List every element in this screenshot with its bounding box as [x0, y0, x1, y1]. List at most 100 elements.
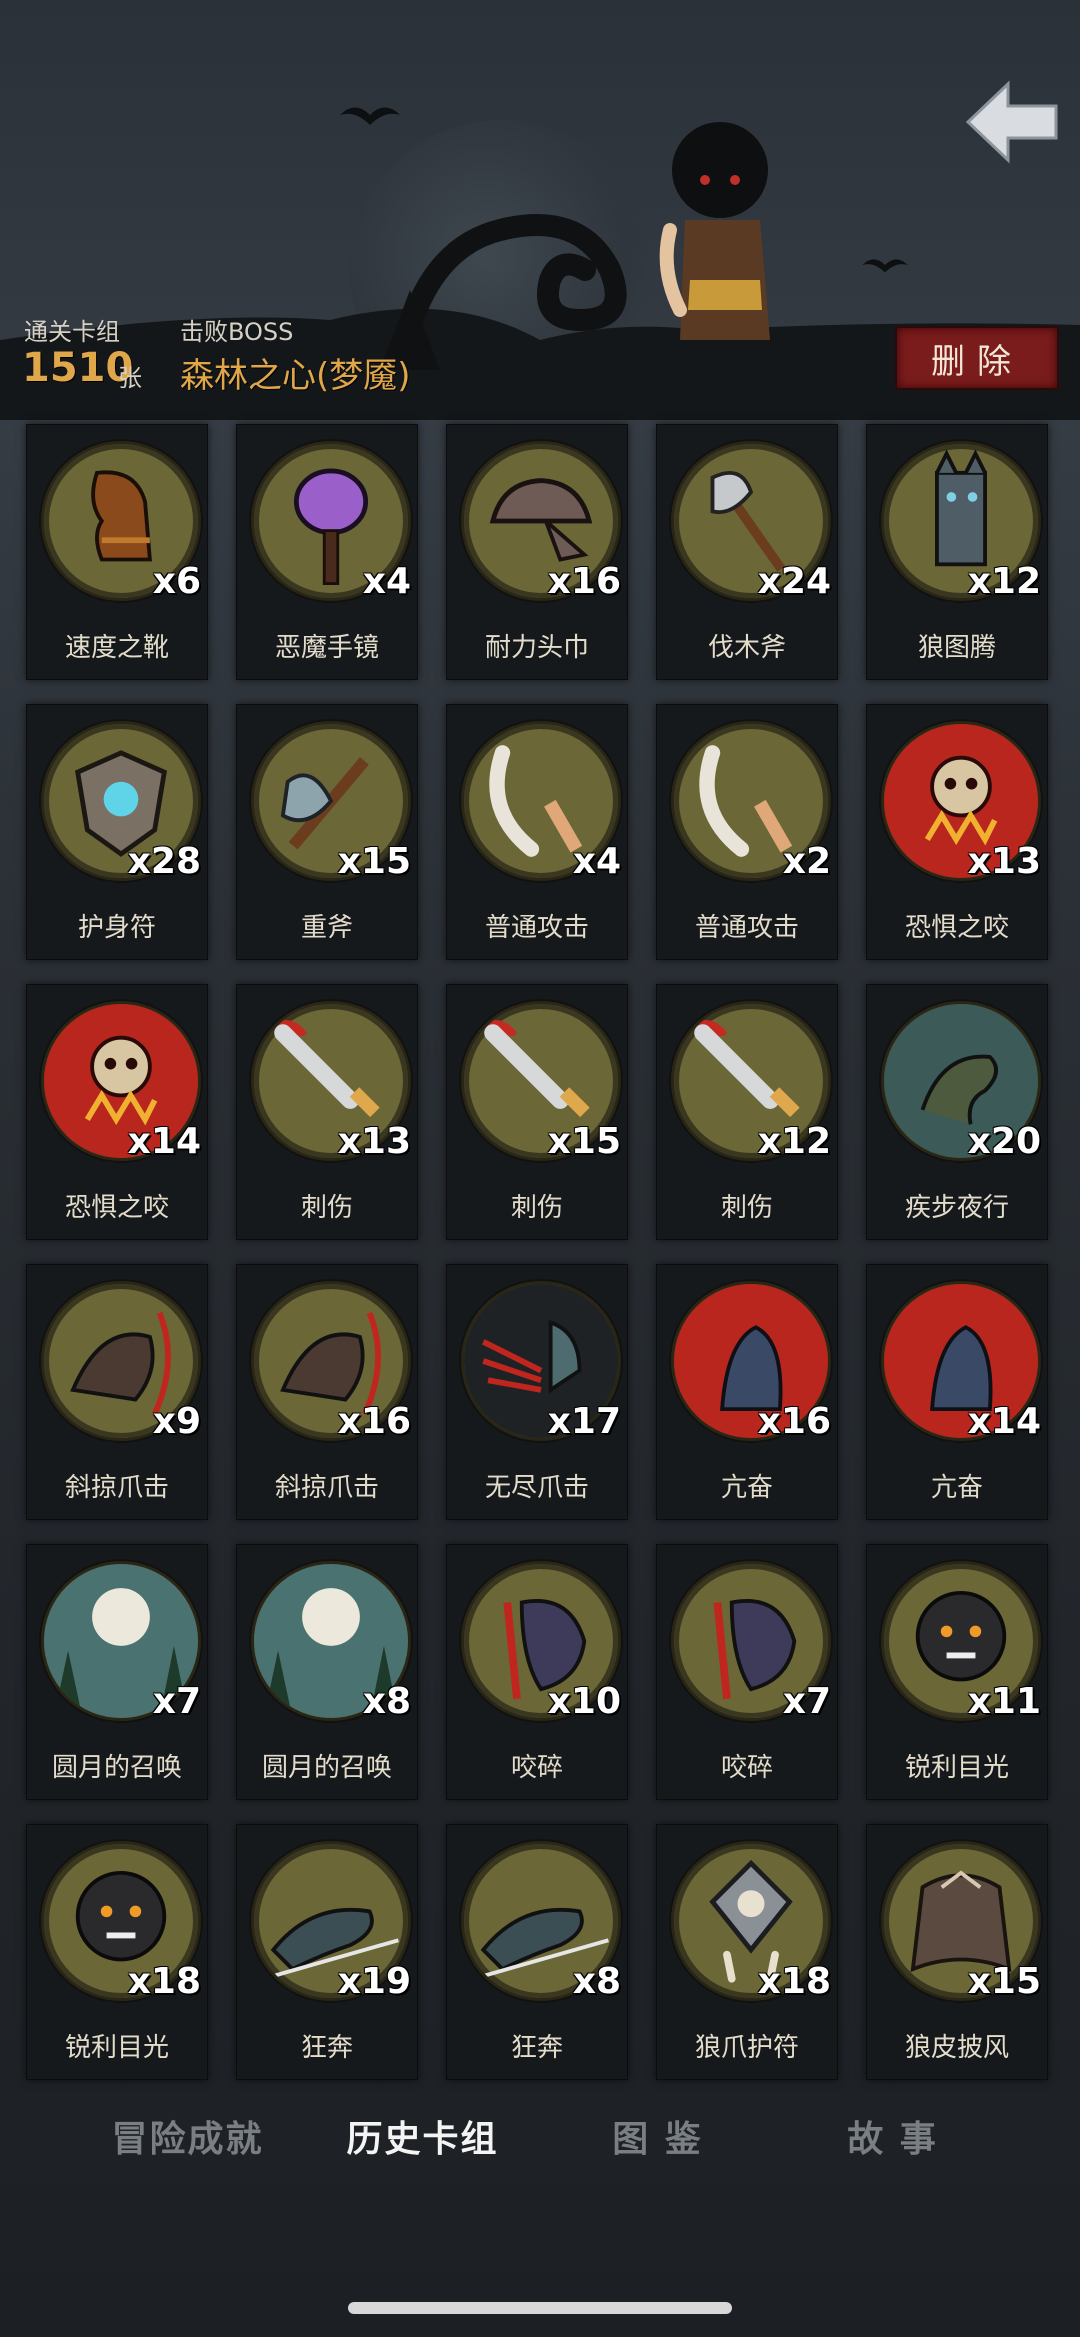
card-name: 普通攻击 [694, 913, 799, 943]
deck-card[interactable]: x12 狼图腾 [866, 424, 1048, 680]
card-name: 重斧 [300, 913, 353, 943]
card-name: 亢奋 [720, 1473, 773, 1503]
card-name: 狂奔 [510, 2033, 563, 2063]
deck-card[interactable]: x20 疾步夜行 [866, 984, 1048, 1240]
deck-card[interactable]: x14 恐惧之咬 [26, 984, 208, 1240]
deck-card[interactable]: x4 普通攻击 [446, 704, 628, 960]
card-count: x16 [337, 1401, 411, 1442]
deck-card[interactable]: x9 斜掠爪击 [26, 1264, 208, 1520]
card-name: 狼皮披风 [904, 2033, 1009, 2063]
card-count: x9 [152, 1401, 201, 1442]
card-name: 圆月的召唤 [261, 1753, 392, 1783]
card-count: x2 [782, 841, 831, 882]
boss-name: 森林之心(梦魇) [180, 356, 411, 396]
card-count: x10 [547, 1681, 621, 1722]
card-name: 速度之靴 [64, 633, 169, 663]
card-count: x18 [757, 1961, 831, 2002]
card-count: x16 [757, 1401, 831, 1442]
deck-card[interactable]: x15 狼皮披风 [866, 1824, 1048, 2080]
deck-card[interactable]: x7 咬碎 [656, 1544, 838, 1800]
tab-history-decks[interactable]: 历史卡组 [305, 2110, 540, 2170]
card-name: 斜掠爪击 [64, 1473, 169, 1503]
deck-card[interactable]: x15 重斧 [236, 704, 418, 960]
card-name: 恶魔手镜 [274, 633, 379, 663]
deck-card[interactable]: x17 无尽爪击 [446, 1264, 628, 1520]
deck-card[interactable]: x8 狂奔 [446, 1824, 628, 2080]
deck-card[interactable]: x8 圆月的召唤 [236, 1544, 418, 1800]
card-name: 刺伤 [300, 1193, 353, 1223]
card-count: x12 [967, 561, 1041, 602]
deck-card[interactable]: x24 伐木斧 [656, 424, 838, 680]
card-count: x15 [967, 1961, 1041, 2002]
bat-icon [340, 107, 400, 125]
card-name: 狼爪护符 [694, 2033, 799, 2063]
card-count: x14 [967, 1401, 1041, 1442]
card-name: 咬碎 [510, 1753, 563, 1783]
card-count: x15 [337, 841, 411, 882]
deck-card[interactable]: x28 护身符 [26, 704, 208, 960]
card-count: x15 [547, 1121, 621, 1162]
card-name: 圆月的召唤 [51, 1753, 182, 1783]
card-count: x7 [152, 1681, 201, 1722]
deck-card[interactable]: x16 亢奋 [656, 1264, 838, 1520]
card-name: 伐木斧 [707, 633, 786, 663]
card-count: x4 [572, 841, 621, 882]
card-count: x18 [127, 1961, 201, 2002]
tab-story[interactable]: 故 事 [775, 2110, 1010, 2170]
card-name: 疾步夜行 [904, 1193, 1009, 1223]
card-count: x17 [547, 1401, 621, 1442]
card-name: 普通攻击 [484, 913, 589, 943]
home-indicator [348, 2302, 732, 2314]
card-name: 锐利目光 [904, 1753, 1009, 1783]
swirl-tree-icon [380, 214, 627, 370]
card-name: 无尽爪击 [484, 1473, 589, 1503]
card-count: x13 [337, 1121, 411, 1162]
deck-card[interactable]: x6 速度之靴 [26, 424, 208, 680]
card-name: 咬碎 [720, 1753, 773, 1783]
deck-card[interactable]: x16 耐力头巾 [446, 424, 628, 680]
deck-card[interactable]: x2 普通攻击 [656, 704, 838, 960]
deck-card[interactable]: x13 恐惧之咬 [866, 704, 1048, 960]
card-count: x20 [967, 1121, 1041, 1162]
deck-card[interactable]: x14 亢奋 [866, 1264, 1048, 1520]
deck-card[interactable]: x13 刺伤 [236, 984, 418, 1240]
card-count: x4 [362, 561, 411, 602]
card-name: 刺伤 [510, 1193, 563, 1223]
card-name: 狂奔 [300, 2033, 353, 2063]
card-name: 锐利目光 [64, 2033, 169, 2063]
deck-card[interactable]: x7 圆月的召唤 [26, 1544, 208, 1800]
card-name: 刺伤 [720, 1193, 773, 1223]
card-count: x11 [967, 1681, 1041, 1722]
deck-card[interactable]: x16 斜掠爪击 [236, 1264, 418, 1520]
deck-card[interactable]: x11 锐利目光 [866, 1544, 1048, 1800]
card-count: x12 [757, 1121, 831, 1162]
card-count: x28 [127, 841, 201, 882]
card-count: x24 [757, 561, 831, 602]
deck-card[interactable]: x19 狂奔 [236, 1824, 418, 2080]
deck-card[interactable]: x12 刺伤 [656, 984, 838, 1240]
character-silhouette [659, 122, 770, 340]
card-name: 狼图腾 [917, 633, 996, 663]
delete-button[interactable]: 删除 [895, 326, 1059, 390]
deck-card[interactable]: x18 狼爪护符 [656, 1824, 838, 2080]
card-count: x16 [547, 561, 621, 602]
card-count: x8 [572, 1961, 621, 2002]
cleared-decks-label: 通关卡组 [24, 318, 120, 346]
card-name: 亢奋 [930, 1473, 983, 1503]
tab-achievements[interactable]: 冒险成就 [70, 2110, 305, 2170]
card-name: 护身符 [77, 913, 156, 943]
card-name: 耐力头巾 [484, 633, 589, 663]
card-count: x19 [337, 1961, 411, 2002]
bottom-tab-bar: 冒险成就 历史卡组图 鉴故 事 [70, 2110, 1010, 2170]
deck-card[interactable]: x18 锐利目光 [26, 1824, 208, 2080]
card-count: x13 [967, 841, 1041, 882]
back-arrow-icon[interactable] [964, 80, 1060, 164]
deck-card[interactable]: x15 刺伤 [446, 984, 628, 1240]
deck-card-grid: x6 速度之靴 x4 恶魔手镜 x16 耐力头巾 x24 伐木斧 x12 狼图腾 x28 护身符 x15… [26, 424, 1056, 2080]
deck-card[interactable]: x10 咬碎 [446, 1544, 628, 1800]
boss-label: 击败BOSS [180, 318, 294, 346]
tab-codex[interactable]: 图 鉴 [540, 2110, 775, 2170]
card-count: x8 [362, 1681, 411, 1722]
card-count: x7 [782, 1681, 831, 1722]
deck-card[interactable]: x4 恶魔手镜 [236, 424, 418, 680]
